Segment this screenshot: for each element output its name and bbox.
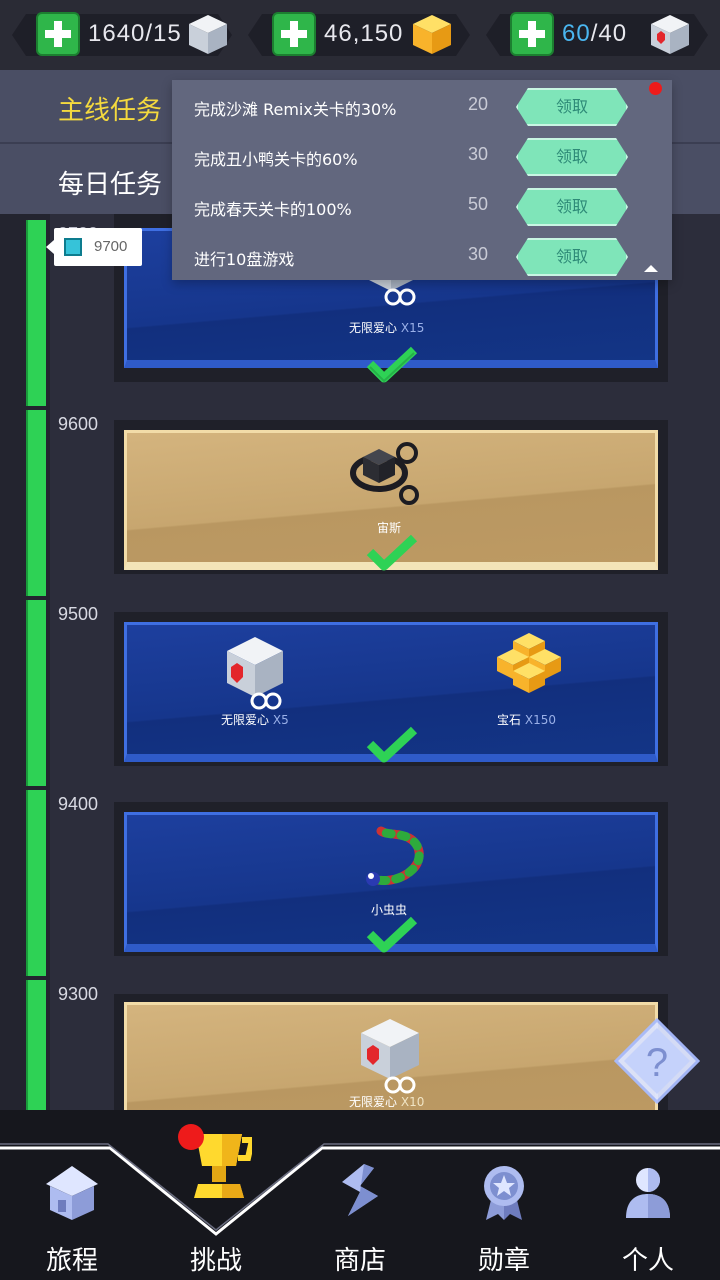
task-row: 完成丑小鸭关卡的60% 30 领取: [172, 132, 672, 182]
claim-button[interactable]: 领取: [516, 188, 628, 226]
store-icon: [342, 1164, 378, 1216]
task-row: 完成春天关卡的100% 50 领取: [172, 182, 672, 232]
help-button[interactable]: ?: [614, 1018, 700, 1104]
stamina-counter: 60/40: [486, 8, 708, 62]
check-icon: [366, 534, 418, 571]
task-row: 进行10盘游戏 30 领取: [172, 232, 672, 282]
claim-button[interactable]: 领取: [516, 138, 628, 176]
nav-label: 勋章: [477, 1246, 530, 1276]
notification-dot: [649, 82, 662, 95]
house-icon: [46, 1166, 98, 1220]
heart-cube-icon: [361, 1019, 419, 1094]
reward-track[interactable]: 9700 无限爱心 X15 9700 9600: [0, 214, 720, 1110]
add-lives-button[interactable]: [36, 12, 80, 56]
task-name: 完成丑小鸭关卡的60%: [194, 150, 358, 169]
worm-skin-icon: [366, 826, 424, 886]
nav-medals[interactable]: 勋章: [432, 1110, 576, 1280]
gems-value: 46,150: [324, 20, 404, 47]
add-gems-button[interactable]: [272, 12, 316, 56]
task-name: 完成沙滩 Remix关卡的30%: [194, 100, 397, 119]
progress-segment: [26, 980, 46, 1110]
gem-cube-icon: [413, 15, 451, 54]
person-icon: [626, 1168, 670, 1218]
progress-segment: [26, 220, 46, 406]
bottom-nav: 旅程 挑战 商店 勋章 个人: [0, 1110, 720, 1280]
lives-value: 1640/15: [88, 20, 182, 47]
check-icon: [366, 916, 418, 953]
gem-pile-icon: [497, 633, 561, 693]
nav-journey[interactable]: 旅程: [0, 1110, 144, 1280]
nav-label: 挑战: [189, 1246, 242, 1276]
heart-cube-icon: [227, 637, 283, 710]
zeus-skin-icon: [350, 442, 419, 505]
reward-card[interactable]: 无限爱心 X10: [124, 1002, 658, 1110]
claim-button[interactable]: 领取: [516, 238, 628, 276]
task-points: 20: [468, 94, 489, 114]
reward-name: 无限爱心 X10: [349, 1095, 425, 1109]
claim-button[interactable]: 领取: [516, 88, 628, 126]
tab-main-missions[interactable]: 主线任务: [58, 90, 162, 127]
progress-segment: [26, 600, 46, 786]
medal-icon: [484, 1166, 524, 1220]
task-points: 50: [468, 194, 489, 214]
gems-counter: 46,150: [248, 8, 470, 62]
nav-challenge[interactable]: 挑战: [144, 1110, 288, 1280]
nav-label: 旅程: [45, 1246, 98, 1276]
level-score: 9600: [58, 414, 99, 434]
progress-segment: [26, 790, 46, 976]
nav-label: 商店: [333, 1246, 386, 1276]
reward-name: 无限爱心 X5: [221, 713, 289, 727]
resource-bar: 1640/15 46,150 60/40: [0, 0, 720, 70]
tab-daily-missions[interactable]: 每日任务: [58, 164, 162, 201]
help-label: ?: [646, 1041, 668, 1085]
level-score: 9300: [58, 984, 99, 1004]
stamina-value: 60/40: [562, 20, 628, 47]
nav-store[interactable]: 商店: [288, 1110, 432, 1280]
challenge-screen: 1640/15 46,150 60/40 主线任务 每日任务 完成沙滩 Remi…: [0, 0, 720, 1280]
task-points: 30: [468, 244, 489, 264]
level-score: 9500: [58, 604, 99, 624]
current-score: 9700: [94, 238, 128, 255]
current-progress-marker: 9700: [46, 228, 142, 266]
task-name: 进行10盘游戏: [194, 250, 295, 269]
heart-cube-icon: [651, 15, 689, 54]
level-score: 9400: [58, 794, 99, 814]
reward-name: 宝石 X150: [497, 713, 556, 727]
task-name: 完成春天关卡的100%: [194, 200, 352, 219]
nav-label: 个人: [621, 1246, 674, 1276]
task-points: 30: [468, 144, 489, 164]
heart-cube-icon: [189, 15, 227, 54]
notification-dot: [178, 1124, 204, 1150]
scroll-up-icon[interactable]: [644, 265, 658, 272]
progress-segment: [26, 410, 46, 596]
flag-icon: [64, 238, 82, 256]
progress-track: [0, 214, 50, 1110]
task-row: 完成沙滩 Remix关卡的30% 20 领取: [172, 82, 672, 132]
lives-counter: 1640/15: [12, 8, 232, 62]
check-icon: [366, 346, 418, 383]
reward-name: 无限爱心 X15: [349, 321, 425, 335]
task-popup: 完成沙滩 Remix关卡的30% 20 领取 完成丑小鸭关卡的60% 30 领取…: [172, 80, 672, 280]
nav-profile[interactable]: 个人: [576, 1110, 720, 1280]
add-stamina-button[interactable]: [510, 12, 554, 56]
check-icon: [366, 726, 418, 763]
